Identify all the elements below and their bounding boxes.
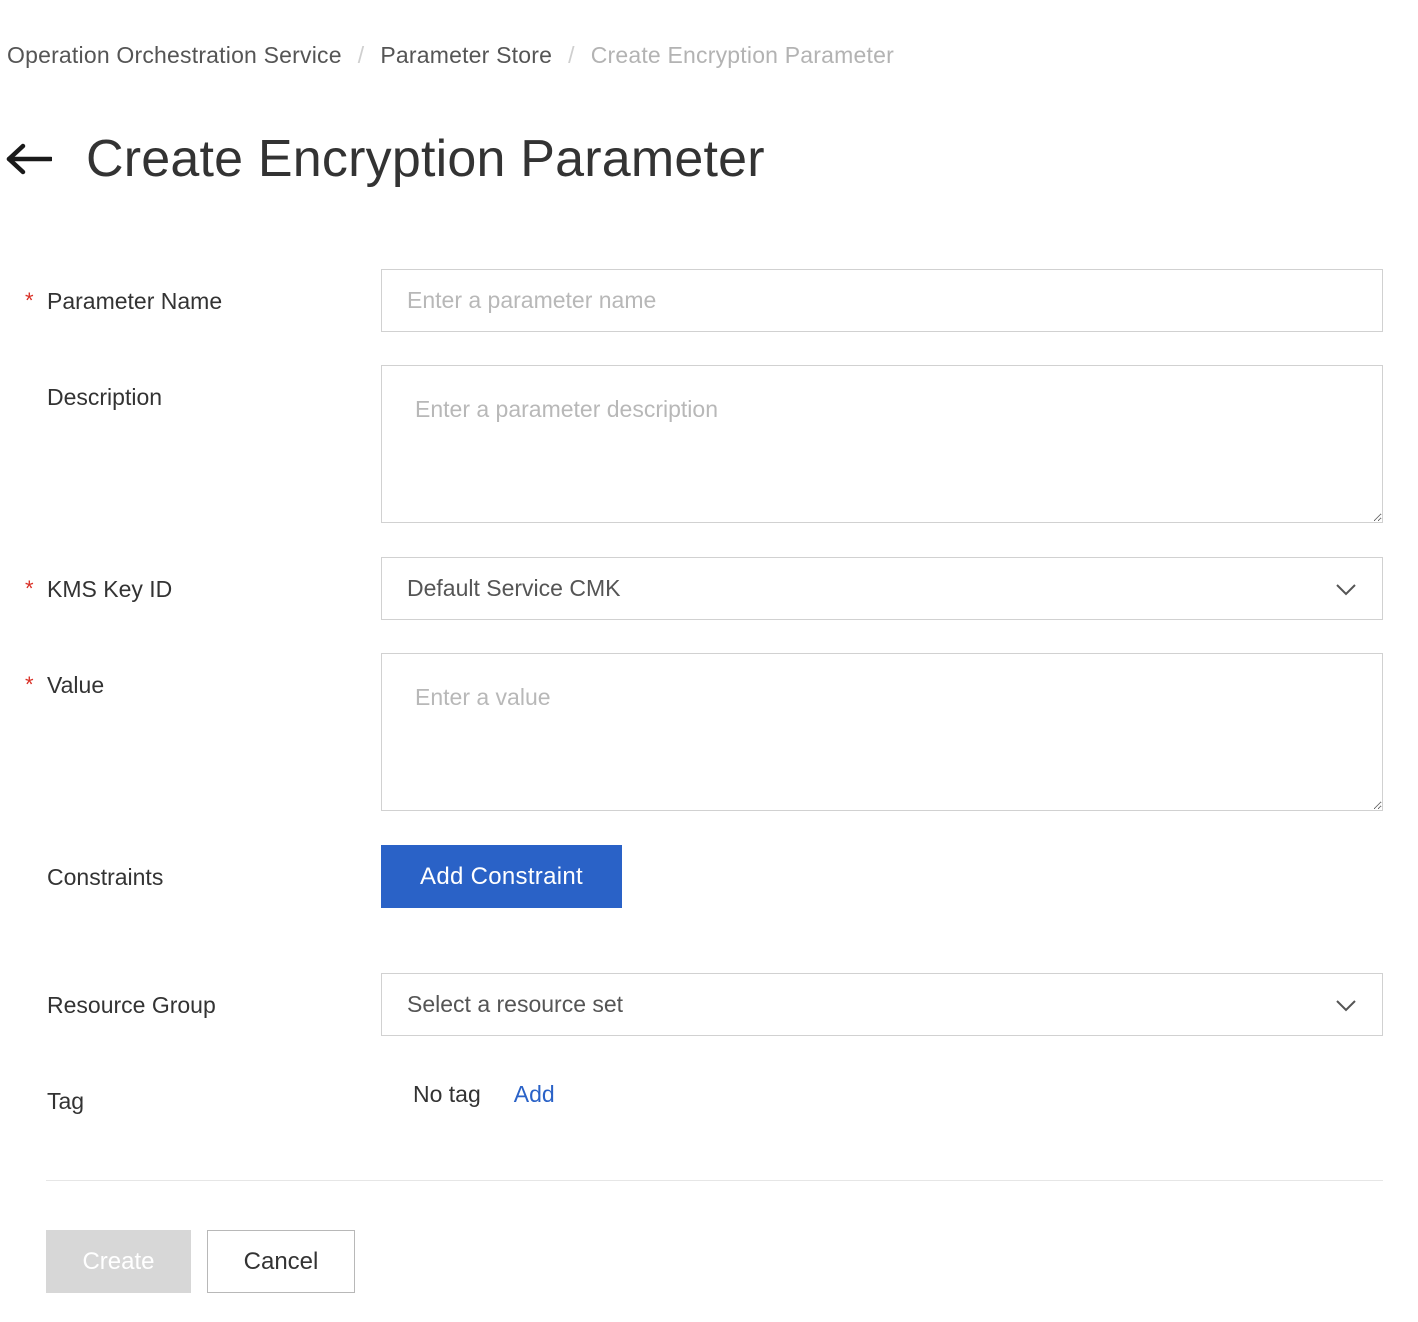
page-title: Create Encryption Parameter xyxy=(86,129,765,189)
description-textarea[interactable] xyxy=(381,365,1383,523)
footer-divider xyxy=(46,1180,1383,1181)
kms-key-id-select[interactable]: Default Service CMK xyxy=(381,557,1383,620)
resource-group-label-text: Resource Group xyxy=(47,992,216,1019)
breadcrumb-item-parameter-store[interactable]: Parameter Store xyxy=(380,42,552,69)
tag-label-text: Tag xyxy=(47,1088,84,1115)
back-button[interactable] xyxy=(6,134,56,184)
chevron-down-icon xyxy=(1335,994,1357,1016)
parameter-name-label: * Parameter Name xyxy=(25,286,222,316)
breadcrumb-item-operation-orchestration[interactable]: Operation Orchestration Service xyxy=(7,42,342,69)
create-button[interactable]: Create xyxy=(46,1230,191,1293)
add-tag-link[interactable]: Add xyxy=(514,1081,555,1108)
tag-label: Tag xyxy=(25,1086,84,1116)
no-tag-text: No tag xyxy=(413,1081,481,1108)
kms-key-id-selected-value: Default Service CMK xyxy=(407,575,1335,602)
add-constraint-button[interactable]: Add Constraint xyxy=(381,845,622,908)
resource-group-select[interactable]: Select a resource set xyxy=(381,973,1383,1036)
breadcrumb: Operation Orchestration Service / Parame… xyxy=(7,40,894,70)
breadcrumb-item-current: Create Encryption Parameter xyxy=(591,42,894,69)
required-mark: * xyxy=(25,672,47,698)
kms-key-id-label: * KMS Key ID xyxy=(25,574,172,604)
required-mark: * xyxy=(25,576,47,602)
description-label-text: Description xyxy=(47,384,162,411)
page-header: Create Encryption Parameter xyxy=(6,126,765,192)
constraints-label: Constraints xyxy=(25,862,163,892)
cancel-button[interactable]: Cancel xyxy=(207,1230,355,1293)
breadcrumb-separator: / xyxy=(358,42,365,69)
resource-group-placeholder: Select a resource set xyxy=(407,991,1335,1018)
required-mark: * xyxy=(25,288,47,314)
tag-row: No tag Add xyxy=(413,1078,555,1110)
chevron-down-icon xyxy=(1335,578,1357,600)
resource-group-label: Resource Group xyxy=(25,990,216,1020)
value-label-text: Value xyxy=(47,672,104,699)
description-label: Description xyxy=(25,382,162,412)
value-label: * Value xyxy=(25,670,104,700)
kms-key-id-label-text: KMS Key ID xyxy=(47,576,172,603)
constraints-label-text: Constraints xyxy=(47,864,163,891)
parameter-name-input[interactable] xyxy=(381,269,1383,332)
arrow-left-icon xyxy=(6,143,52,175)
breadcrumb-separator: / xyxy=(568,42,575,69)
parameter-name-label-text: Parameter Name xyxy=(47,288,222,315)
value-textarea[interactable] xyxy=(381,653,1383,811)
